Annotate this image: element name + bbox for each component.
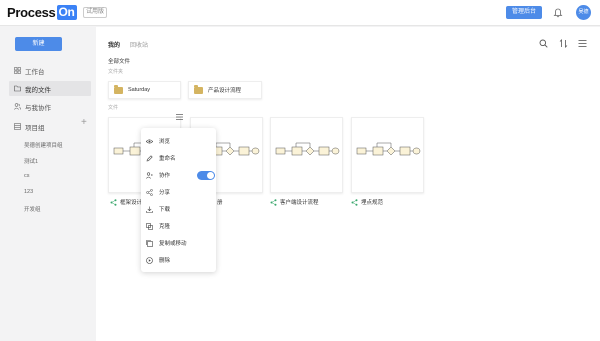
project-group-item[interactable]: cs bbox=[24, 173, 30, 179]
folder-name: Saturday bbox=[128, 87, 151, 93]
file-name: 册 bbox=[217, 200, 223, 206]
list-view-icon[interactable] bbox=[578, 39, 587, 48]
logo-on: On bbox=[56, 5, 77, 20]
bell-icon[interactable] bbox=[553, 8, 563, 18]
sidebar-item-label: 我的文件 bbox=[25, 86, 51, 94]
menu-item-label: 浏览 bbox=[159, 139, 171, 145]
menu-item-download[interactable]: 下载 bbox=[146, 202, 212, 216]
menu-item-label: 下载 bbox=[159, 207, 171, 213]
folder-item[interactable]: 产品设计流程 bbox=[188, 81, 262, 99]
folders-label: 文件夹 bbox=[108, 69, 124, 75]
files-label: 文件 bbox=[108, 105, 119, 111]
sidebar-item-label: 与我协作 bbox=[25, 104, 51, 112]
share-icon bbox=[351, 198, 358, 206]
project-group-item[interactable]: 123 bbox=[24, 189, 33, 195]
menu-item-collab[interactable]: 协作 bbox=[146, 168, 215, 182]
tab-recycle-bin[interactable]: 回收站 bbox=[130, 40, 148, 49]
file-card[interactable] bbox=[270, 117, 343, 193]
sidebar-item-label: 项目组 bbox=[25, 124, 45, 132]
project-icon bbox=[14, 123, 21, 130]
menu-item-label: 克隆 bbox=[159, 224, 171, 230]
menu-item-label: 分享 bbox=[159, 190, 171, 196]
collab-icon bbox=[146, 171, 153, 179]
download-icon bbox=[146, 206, 153, 213]
file-name: 框架设计 bbox=[120, 200, 143, 206]
folder-icon bbox=[114, 85, 123, 94]
menu-item-label: 复制或移动 bbox=[159, 241, 187, 247]
add-project-button[interactable]: + bbox=[81, 118, 87, 128]
pencil-icon bbox=[146, 154, 153, 161]
folder-item[interactable]: Saturday bbox=[108, 81, 181, 99]
project-group-item[interactable]: 开发组 bbox=[24, 205, 41, 213]
folder-icon bbox=[194, 85, 203, 94]
collab-toggle[interactable] bbox=[197, 171, 215, 180]
menu-item-share[interactable]: 分享 bbox=[146, 185, 212, 199]
sort-icon[interactable] bbox=[559, 39, 568, 48]
project-group-item[interactable]: 测试1 bbox=[24, 157, 38, 165]
logo[interactable]: Process On bbox=[7, 5, 77, 20]
folder-icon bbox=[14, 85, 21, 92]
file-card[interactable] bbox=[351, 117, 424, 193]
card-menu-icon[interactable] bbox=[175, 113, 184, 121]
delete-icon bbox=[146, 256, 153, 264]
trial-badge: 试用版 bbox=[83, 7, 108, 18]
menu-item-label: 删除 bbox=[159, 258, 171, 264]
admin-button[interactable]: 管理后台 bbox=[506, 6, 542, 19]
menu-item-delete[interactable]: 删除 bbox=[146, 253, 212, 267]
file-label[interactable]: 客户端设计流程 bbox=[270, 198, 319, 206]
menu-item-label: 重命名 bbox=[159, 156, 176, 162]
sidebar-item-projects[interactable]: 项目组 bbox=[9, 119, 91, 134]
menu-item-rename[interactable]: 重命名 bbox=[146, 151, 212, 165]
menu-item-clone[interactable]: 克隆 bbox=[146, 219, 212, 233]
logo-text: Process bbox=[7, 5, 56, 20]
flowchart-thumbnail-icon bbox=[275, 142, 340, 156]
file-label[interactable]: 册 bbox=[217, 198, 223, 206]
share-icon bbox=[110, 198, 117, 206]
new-button[interactable]: 新建 bbox=[15, 37, 62, 51]
clone-icon bbox=[146, 222, 153, 230]
copy-icon bbox=[146, 239, 153, 247]
share-icon bbox=[146, 188, 153, 196]
sidebar: 新建 工作台 我的文件 与我协作 项目组 + 吴德创建项目组 测试1 cs 12… bbox=[0, 27, 96, 341]
grid-icon bbox=[14, 67, 21, 74]
sidebar-item-my-files[interactable]: 我的文件 bbox=[9, 81, 91, 96]
avatar[interactable]: 吴德 bbox=[576, 5, 591, 20]
menu-item-label: 协作 bbox=[159, 173, 171, 179]
project-group-item[interactable]: 吴德创建项目组 bbox=[24, 141, 63, 149]
flowchart-thumbnail-icon bbox=[356, 142, 421, 156]
file-name: 埋点规范 bbox=[361, 200, 384, 206]
folder-name: 产品设计流程 bbox=[208, 88, 242, 94]
share-icon bbox=[270, 198, 277, 206]
file-label[interactable]: 框架设计 bbox=[110, 198, 142, 206]
sidebar-item-label: 工作台 bbox=[25, 68, 45, 76]
menu-item-copy-move[interactable]: 复制或移动 bbox=[146, 236, 212, 250]
sidebar-item-workbench[interactable]: 工作台 bbox=[9, 63, 91, 78]
file-name: 客户端设计流程 bbox=[280, 200, 319, 206]
sidebar-item-collab[interactable]: 与我协作 bbox=[9, 99, 91, 114]
menu-item-preview[interactable]: 浏览 bbox=[146, 134, 212, 148]
eye-icon bbox=[146, 138, 153, 144]
file-label[interactable]: 埋点规范 bbox=[351, 198, 383, 206]
context-menu: 浏览 重命名 协作 分享 下载 克隆 复制或移动 删除 bbox=[141, 128, 216, 272]
tab-mine[interactable]: 我的 bbox=[108, 40, 120, 49]
search-icon[interactable] bbox=[539, 39, 548, 48]
all-files-title: 全部文件 bbox=[108, 59, 131, 65]
top-bar: Process On 试用版 管理后台 吴德 bbox=[0, 0, 600, 26]
people-icon bbox=[14, 103, 21, 110]
